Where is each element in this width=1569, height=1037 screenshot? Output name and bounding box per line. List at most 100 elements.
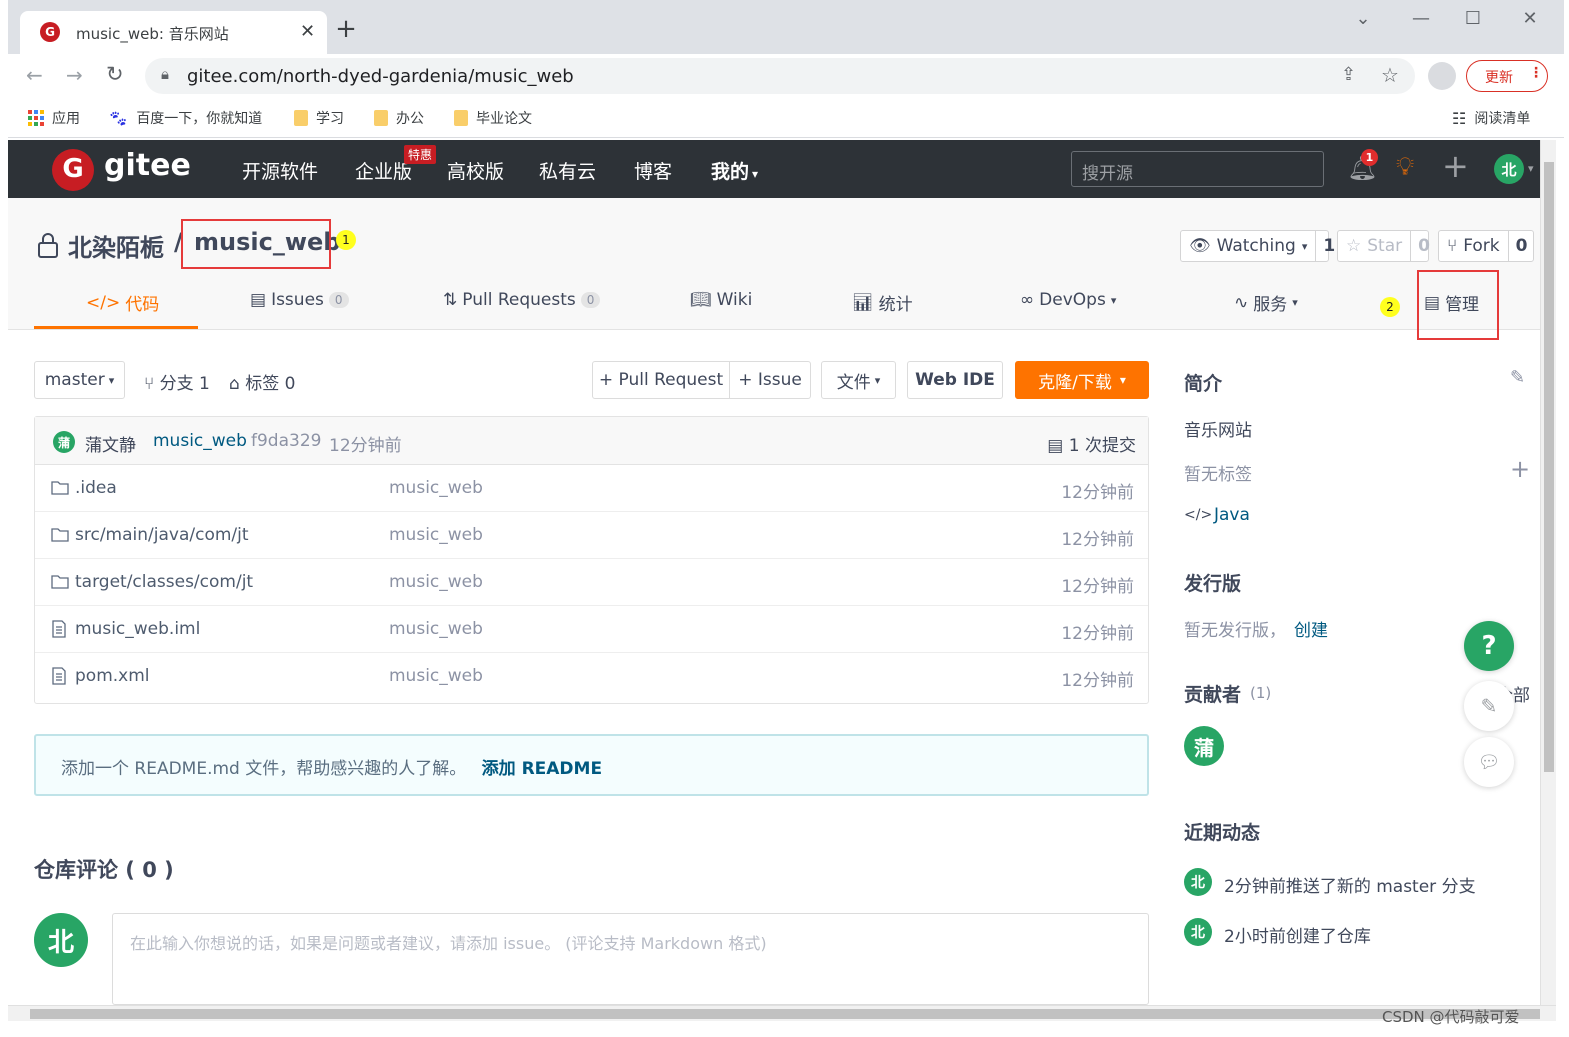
- edit-intro-icon[interactable]: ✎: [1510, 367, 1525, 388]
- file-row[interactable]: target/classes/com/jt music_web 12分钟前: [35, 559, 1148, 606]
- chat-button[interactable]: 💬︎: [1464, 737, 1514, 787]
- file-time: 12分钟前: [1061, 624, 1134, 644]
- contributor-avatar[interactable]: 蒲: [1184, 726, 1224, 766]
- gitee-logo-text[interactable]: gitee: [104, 148, 191, 183]
- tab-code[interactable]: </> 代码: [86, 290, 159, 316]
- file-row[interactable]: music_web.iml music_web 12分钟前: [35, 606, 1148, 653]
- comment-textarea[interactable]: 在此输入你想说的话，如果是问题或者建议，请添加 issue。 (评论支持 Mar…: [112, 913, 1149, 1005]
- watch-button[interactable]: 👁︎ Watching ▾ 1: [1180, 230, 1335, 262]
- file-name[interactable]: .idea: [75, 478, 117, 498]
- commit-count-link[interactable]: ▤ 1 次提交: [1047, 431, 1136, 456]
- fork-count[interactable]: 0: [1507, 231, 1535, 261]
- bookmark-thesis[interactable]: 毕业论文: [454, 107, 532, 129]
- fork-button[interactable]: ⑂ Fork 0: [1438, 230, 1534, 262]
- nav-education[interactable]: 高校版: [447, 157, 504, 184]
- file-row[interactable]: .idea music_web 12分钟前: [35, 465, 1148, 512]
- tab-title: music_web: 音乐网站: [76, 25, 229, 43]
- language-link[interactable]: Java: [1214, 505, 1250, 525]
- private-lock-icon: [36, 231, 60, 259]
- gitee-logo-icon[interactable]: G: [52, 149, 94, 191]
- activity-avatar[interactable]: 北: [1184, 868, 1212, 896]
- branches-link[interactable]: ⑂ 分支 1: [144, 369, 210, 394]
- close-tab-icon[interactable]: ✕: [300, 21, 315, 42]
- new-tab-icon[interactable]: +: [334, 16, 358, 42]
- caret-down-icon[interactable]: ▾: [1528, 162, 1534, 175]
- vertical-scrollbar[interactable]: [1540, 140, 1556, 1005]
- reload-icon[interactable]: ↻: [106, 62, 124, 86]
- file-name[interactable]: music_web.iml: [75, 619, 200, 639]
- tab-search-icon[interactable]: ⌄: [1348, 8, 1378, 32]
- browser-tab[interactable]: G music_web: 音乐网站 ✕: [20, 11, 327, 54]
- tab-stats[interactable]: 📊︎ 统计: [852, 290, 913, 316]
- commit-hash[interactable]: f9da329: [251, 431, 321, 451]
- scrollbar-thumb[interactable]: [30, 1009, 1540, 1019]
- nav-private-cloud[interactable]: 私有云: [539, 157, 596, 184]
- share-icon[interactable]: ⇪: [1341, 64, 1356, 85]
- activity-avatar[interactable]: 北: [1184, 918, 1212, 946]
- commit-author-avatar[interactable]: 蒲: [53, 431, 75, 453]
- bulb-icon[interactable]: 💡︎: [1396, 152, 1414, 183]
- folder-icon: [454, 110, 468, 126]
- file-name[interactable]: src/main/java/com/jt: [75, 525, 249, 545]
- bookmark-baidu[interactable]: 🐾︎ 百度一下，你就知道: [108, 107, 262, 129]
- nav-blog[interactable]: 博客: [634, 157, 672, 184]
- new-pull-request-button[interactable]: + Pull Request: [592, 361, 730, 399]
- bookmark-study[interactable]: 学习: [294, 107, 344, 129]
- commit-author[interactable]: 蒲文静: [85, 431, 136, 456]
- maximize-icon[interactable]: ☐: [1458, 8, 1488, 32]
- search-input[interactable]: 搜开源: [1071, 151, 1324, 187]
- file-commit-message[interactable]: music_web: [389, 525, 483, 545]
- tags-link[interactable]: ⌂ 标签 0: [229, 369, 295, 394]
- activity-item[interactable]: 2小时前创建了仓库: [1224, 922, 1371, 947]
- tab-wiki[interactable]: 📖︎ Wiki: [690, 290, 752, 310]
- tab-devops[interactable]: ∞ DevOps ▾: [1020, 290, 1116, 310]
- star-count[interactable]: 0: [1410, 231, 1437, 261]
- file-name[interactable]: target/classes/com/jt: [75, 572, 253, 592]
- branch-select[interactable]: master ▾: [34, 361, 125, 399]
- window-close-icon[interactable]: ✕: [1515, 8, 1545, 32]
- add-tag-icon[interactable]: +: [1510, 455, 1530, 483]
- file-commit-message[interactable]: music_web: [389, 572, 483, 592]
- star-button[interactable]: ☆ Star 0: [1337, 230, 1430, 262]
- file-row[interactable]: pom.xml music_web 12分钟前: [35, 653, 1148, 700]
- create-release-link[interactable]: 创建: [1294, 616, 1328, 641]
- clone-download-button[interactable]: 克隆/下载 ▾: [1015, 361, 1149, 399]
- update-button[interactable]: 更新 ⋮: [1466, 60, 1548, 92]
- activity-item[interactable]: 2分钟前推送了新的 master 分支: [1224, 872, 1476, 897]
- bookmark-apps[interactable]: 应用: [28, 107, 80, 129]
- nav-mine[interactable]: 我的 ▾: [711, 157, 758, 184]
- file-commit-message[interactable]: music_web: [389, 478, 483, 498]
- bookmark-office[interactable]: 办公: [374, 107, 424, 129]
- new-issue-button[interactable]: + Issue: [729, 361, 811, 399]
- tab-pull-requests[interactable]: ⇅ Pull Requests 0: [443, 290, 601, 310]
- comment-user-avatar[interactable]: 北: [34, 913, 88, 967]
- reading-list[interactable]: ☷ 阅读清单: [1452, 107, 1530, 129]
- nav-open-source[interactable]: 开源软件: [242, 157, 318, 184]
- tab-issues[interactable]: ▤ Issues 0: [250, 290, 349, 310]
- horizontal-scrollbar[interactable]: [8, 1005, 1556, 1021]
- file-name[interactable]: pom.xml: [75, 666, 150, 686]
- release-title: 发行版: [1184, 573, 1242, 595]
- forward-icon[interactable]: →: [66, 63, 83, 87]
- folder-icon: [51, 573, 69, 589]
- web-ide-button[interactable]: Web IDE: [907, 361, 1003, 399]
- tab-services[interactable]: ∿ 服务 ▾: [1234, 290, 1298, 316]
- add-readme-link[interactable]: 添加 README: [482, 759, 602, 779]
- feedback-button[interactable]: ✎: [1464, 681, 1514, 731]
- help-button[interactable]: ?: [1464, 621, 1514, 671]
- file-row[interactable]: src/main/java/com/jt music_web 12分钟前: [35, 512, 1148, 559]
- back-icon[interactable]: ←: [26, 63, 43, 87]
- commit-message[interactable]: music_web: [153, 431, 247, 451]
- scrollbar-thumb[interactable]: [1544, 162, 1554, 772]
- bookmark-star-icon[interactable]: ☆: [1381, 63, 1399, 87]
- plus-icon[interactable]: +: [1442, 148, 1469, 184]
- file-commit-message[interactable]: music_web: [389, 666, 483, 686]
- repo-owner-link[interactable]: 北染陌栀: [68, 228, 164, 263]
- address-bar[interactable]: 🔒︎ gitee.com/north-dyed-gardenia/music_w…: [145, 58, 1415, 94]
- user-avatar[interactable]: 北: [1494, 154, 1524, 184]
- file-menu-button[interactable]: 文件 ▾: [821, 361, 896, 399]
- profile-icon[interactable]: [1428, 62, 1456, 90]
- nav-mine-label: 我的: [711, 161, 750, 183]
- minimize-icon[interactable]: —: [1406, 8, 1436, 32]
- file-commit-message[interactable]: music_web: [389, 619, 483, 639]
